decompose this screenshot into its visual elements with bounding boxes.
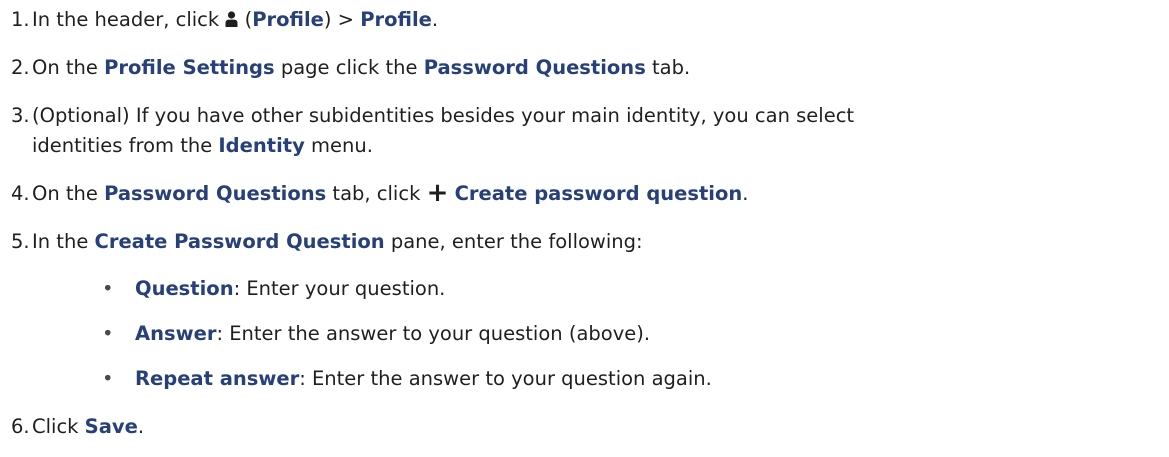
step-text: (Optional) If you have other subidentiti… [32, 102, 854, 130]
bullet-text: Repeat answer: Enter the answer to your … [135, 365, 712, 393]
text-run: Click [32, 415, 85, 438]
text-run: tab. [645, 56, 691, 79]
step-text: Click Save. [32, 413, 144, 441]
emphasis-text: Answer [135, 322, 217, 345]
emphasis-text: Password Questions [104, 182, 327, 205]
text-run: In the header, click [32, 8, 226, 31]
text-run: . [742, 182, 749, 205]
step-text: In the header, click (Profile) > Profile… [32, 6, 438, 36]
text-run: ( [238, 8, 253, 31]
emphasis-text: Repeat answer [135, 367, 300, 390]
text-run: tab, click [326, 182, 427, 205]
step-text: On the Password Questions tab, click + C… [32, 180, 748, 208]
text-run: . [431, 8, 439, 31]
bullet-text: Question: Enter your question. [135, 275, 445, 303]
emphasis-text: Create Password Question [94, 230, 385, 253]
emphasis-text: Password Questions [423, 56, 646, 79]
emphasis-text: Profile [360, 8, 432, 31]
instruction-steps: 1. In the header, click (Profile) > Prof… [0, 0, 1169, 457]
emphasis-text: Question [135, 277, 234, 300]
bullet-glyph: • [102, 322, 114, 345]
text-run: In the [32, 230, 95, 253]
text-run: ) > [323, 8, 361, 31]
step-text: In the Create Password Question pane, en… [32, 228, 643, 256]
emphasis-text: Identity [218, 134, 305, 157]
emphasis-text: Save [84, 415, 138, 438]
text-run: (Optional) If you have other subidentiti… [32, 104, 855, 127]
emphasis-text: Create password question [454, 182, 743, 205]
text-run: page click the [274, 56, 424, 79]
text-run: : Enter the answer to your question (abo… [216, 322, 651, 345]
bullet-glyph: • [102, 277, 114, 300]
step-3-continuation: identities from the Identity menu. [32, 132, 373, 160]
text-run: menu. [304, 134, 373, 157]
profile-person-icon [225, 8, 238, 36]
text-run: On the [32, 56, 105, 79]
text-run: identities from the [32, 134, 219, 157]
text-run: pane, enter the following: [384, 230, 643, 253]
bullet-glyph: • [102, 367, 114, 390]
text-run: . [137, 415, 145, 438]
text-run: : Enter the answer to your question agai… [299, 367, 712, 390]
text-run: : Enter your question. [233, 277, 446, 300]
step-text: On the Profile Settings page click the P… [32, 54, 690, 82]
emphasis-text: Profile [252, 8, 324, 31]
emphasis-text: Profile Settings [104, 56, 275, 79]
plus-icon: + [426, 178, 449, 208]
bullet-text: Answer: Enter the answer to your questio… [135, 320, 650, 348]
text-run: On the [32, 182, 105, 205]
